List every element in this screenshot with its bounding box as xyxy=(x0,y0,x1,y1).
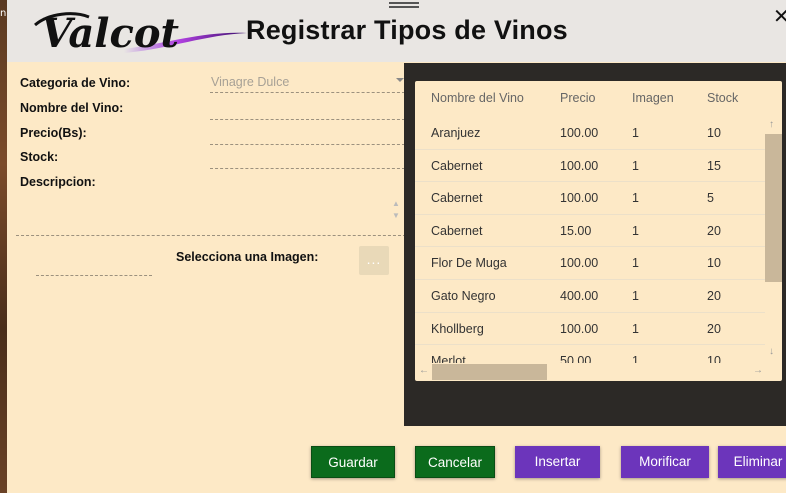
table-panel: Nombre del Vino Precio Imagen Stock Aran… xyxy=(404,63,786,426)
cancel-button[interactable]: Cancelar xyxy=(415,446,495,478)
description-scrollbar[interactable]: ▲ ▼ xyxy=(392,198,402,224)
logo-graphic: Valcot xyxy=(34,10,247,57)
table-row[interactable]: Cabernet 15.00 1 20 xyxy=(415,215,765,248)
table-row[interactable]: Khollberg 100.00 1 20 xyxy=(415,313,765,346)
cell-image: 1 xyxy=(632,223,639,238)
cell-name: Cabernet xyxy=(431,223,483,238)
page-title: Registrar Tipos de Vinos xyxy=(246,15,568,45)
browse-image-button[interactable]: ... xyxy=(359,246,389,275)
column-header-price[interactable]: Precio xyxy=(560,91,595,105)
category-label: Categoria de Vino: xyxy=(20,76,131,90)
cell-stock: 10 xyxy=(707,354,721,363)
scroll-right-icon[interactable]: → xyxy=(753,365,763,376)
insert-button[interactable]: Insertar xyxy=(515,446,600,478)
description-field[interactable] xyxy=(16,235,406,236)
save-button[interactable]: Guardar xyxy=(311,446,395,478)
cell-price: 100.00 xyxy=(560,158,599,173)
price-label: Precio(Bs): xyxy=(20,126,87,140)
scroll-down-icon[interactable]: ↓ xyxy=(769,346,774,357)
cell-price: 50.00 xyxy=(560,354,592,363)
cell-price: 100.00 xyxy=(560,126,599,140)
cell-stock: 15 xyxy=(707,158,721,173)
cell-stock: 5 xyxy=(707,191,714,206)
cell-name: Cabernet xyxy=(431,191,483,206)
image-label: Selecciona una Imagen: xyxy=(176,250,319,264)
vertical-scroll-thumb[interactable] xyxy=(765,134,782,282)
cell-stock: 10 xyxy=(707,256,721,271)
cell-price: 100.00 xyxy=(560,191,599,206)
cell-name: Merlot xyxy=(431,354,466,363)
price-field[interactable] xyxy=(210,127,405,145)
table-header: Nombre del Vino Precio Imagen Stock xyxy=(415,81,782,117)
wine-name-label: Nombre del Vino: xyxy=(20,101,124,115)
register-wine-window: Valcot Registrar Tipos de Vinos ✕ Catego… xyxy=(7,0,786,493)
chevron-down-icon[interactable] xyxy=(396,78,404,82)
modify-button[interactable]: Morificar xyxy=(621,446,709,478)
drag-handle-icon[interactable] xyxy=(389,2,419,8)
cell-price: 15.00 xyxy=(560,223,592,238)
cell-stock: 20 xyxy=(707,223,721,238)
cell-image: 1 xyxy=(632,289,639,303)
cell-name: Cabernet xyxy=(431,158,483,173)
scroll-up-icon[interactable]: ↑ xyxy=(769,119,774,130)
wine-name-field[interactable] xyxy=(210,102,405,120)
cell-stock: 20 xyxy=(707,321,721,336)
cell-image: 1 xyxy=(632,158,639,173)
cell-image: 1 xyxy=(632,321,639,336)
table-row[interactable]: Gato Negro 400.00 1 20 xyxy=(415,280,765,313)
stock-label: Stock: xyxy=(20,150,59,164)
cell-stock: 10 xyxy=(707,126,721,140)
cell-image: 1 xyxy=(632,126,639,140)
cell-image: 1 xyxy=(632,191,639,206)
table-row[interactable]: Aranjuez 100.00 1 10 xyxy=(415,117,765,150)
table-row[interactable]: Merlot 50.00 1 10 xyxy=(415,345,765,363)
cell-name: Gato Negro xyxy=(431,289,496,303)
cell-price: 400.00 xyxy=(560,289,599,303)
logo-text: Valcot xyxy=(41,10,180,57)
column-header-image[interactable]: Imagen xyxy=(632,91,674,105)
delete-button[interactable]: Eliminar xyxy=(718,446,786,478)
table-row[interactable]: Cabernet 100.00 1 5 xyxy=(415,182,765,215)
valcot-logo: Valcot xyxy=(29,3,249,59)
stock-field[interactable] xyxy=(210,151,405,169)
table-body: Aranjuez 100.00 1 10 Cabernet 100.00 1 1… xyxy=(415,117,765,363)
column-header-name[interactable]: Nombre del Vino xyxy=(431,91,524,105)
cell-price: 100.00 xyxy=(560,256,599,271)
horizontal-scroll-thumb[interactable] xyxy=(432,364,547,380)
category-combo[interactable]: Vinagre Dulce xyxy=(210,75,405,93)
cell-name: Khollberg xyxy=(431,321,484,336)
table-row[interactable]: Flor De Muga 100.00 1 10 xyxy=(415,247,765,280)
cell-stock: 20 xyxy=(707,289,721,303)
column-header-stock[interactable]: Stock xyxy=(707,91,738,105)
wine-table[interactable]: Nombre del Vino Precio Imagen Stock Aran… xyxy=(415,81,782,381)
vertical-scrollbar[interactable]: ↑ ↓ xyxy=(765,117,782,363)
description-label: Descripcion: xyxy=(20,175,96,189)
background-edge-text: n xyxy=(0,8,7,19)
background-left-edge: n xyxy=(0,0,7,493)
cell-name: Flor De Muga xyxy=(431,256,507,271)
cell-image: 1 xyxy=(632,256,639,271)
horizontal-scrollbar[interactable]: ← → xyxy=(415,363,765,381)
scroll-left-icon[interactable]: ← xyxy=(419,365,429,376)
close-icon[interactable]: ✕ xyxy=(773,4,786,28)
image-path-field[interactable] xyxy=(36,275,152,276)
cell-price: 100.00 xyxy=(560,321,599,336)
window-header: Valcot Registrar Tipos de Vinos ✕ xyxy=(7,0,786,62)
cell-image: 1 xyxy=(632,354,639,363)
cell-name: Aranjuez xyxy=(431,126,481,140)
table-row[interactable]: Cabernet 100.00 1 15 xyxy=(415,150,765,183)
